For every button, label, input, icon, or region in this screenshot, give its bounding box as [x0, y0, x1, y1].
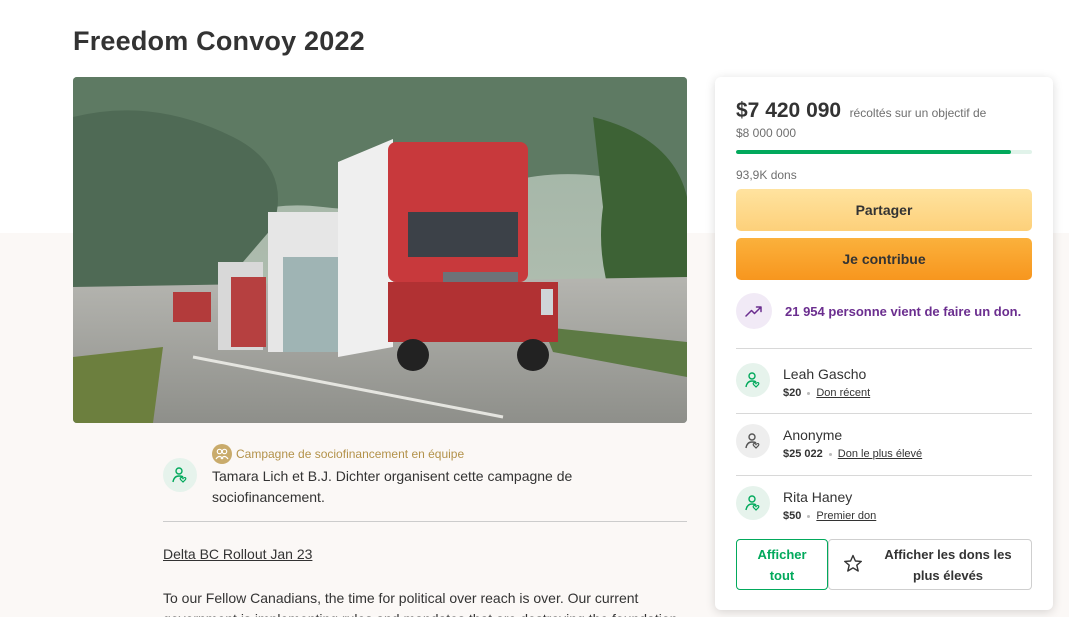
donor-amount: $20	[783, 387, 802, 399]
donor-tag-link[interactable]: Premier don	[816, 510, 876, 522]
raised-amount: $7 420 090	[736, 99, 842, 122]
campaign-hero-image	[73, 77, 687, 423]
separator-dot	[828, 452, 832, 456]
donor-tag-link[interactable]: Don le plus élevé	[838, 448, 922, 460]
recent-activity-text: 21 954 personne vient de faire un don.	[785, 303, 1022, 319]
donor-name: Rita Haney	[783, 489, 853, 505]
donation-card: $7 420 090 récoltés sur un objectif de $…	[715, 77, 1053, 610]
raised-suffix: récoltés sur un objectif de	[849, 106, 987, 120]
see-top-donations-button[interactable]: Afficher les dons les plus élevés	[828, 539, 1032, 590]
team-campaign-text: Campagne de sociofinancement en équipe	[236, 447, 465, 461]
progress-fill	[736, 150, 1011, 154]
person-heart-icon	[736, 363, 770, 397]
separator-dot	[807, 514, 811, 518]
person-heart-icon	[163, 458, 197, 492]
donor-name: Anonyme	[783, 427, 843, 443]
person-heart-icon	[736, 486, 770, 520]
donor-name: Leah Gascho	[783, 366, 867, 382]
person-heart-icon	[736, 424, 770, 458]
star-icon	[843, 554, 863, 576]
share-button[interactable]: Partager	[736, 189, 1032, 231]
separator-dot	[807, 391, 811, 395]
content-divider	[163, 521, 687, 522]
recent-activity: 21 954 personne vient de faire un don.	[736, 293, 1021, 329]
donor-divider	[736, 475, 1032, 476]
page-title: Freedom Convoy 2022	[73, 26, 365, 56]
donor-item: Rita Haney $50 Premier don	[736, 486, 876, 522]
trending-up-icon	[736, 293, 772, 329]
donor-amount: $50	[783, 510, 802, 522]
organizer-text: Tamara Lich et B.J. Dichter organisent c…	[212, 468, 573, 505]
raised-summary: $7 420 090 récoltés sur un objectif de	[736, 99, 1036, 123]
donor-divider	[736, 348, 1032, 349]
donor-item: Anonyme $25 022 Don le plus élevé	[736, 424, 922, 460]
see-all-button[interactable]: Afficher tout	[736, 539, 828, 590]
team-campaign-label: Campagne de sociofinancement en équipe	[212, 444, 464, 464]
donor-tag-link[interactable]: Don récent	[816, 387, 870, 399]
goal-amount: $8 000 000	[736, 126, 797, 140]
donation-count: 93,9K dons	[736, 168, 797, 182]
donor-amount: $25 022	[783, 448, 823, 460]
donor-item: Leah Gascho $20 Don récent	[736, 363, 870, 399]
story-heading-link[interactable]: Delta BC Rollout Jan 23	[163, 546, 312, 562]
see-top-donations-label: Afficher les dons les plus élevés	[884, 546, 1012, 583]
donor-divider	[736, 413, 1032, 414]
progress-bar	[736, 150, 1032, 154]
story-text: To our Fellow Canadians, the time for po…	[163, 590, 677, 617]
team-icon	[212, 444, 232, 464]
donate-button[interactable]: Je contribue	[736, 238, 1032, 280]
